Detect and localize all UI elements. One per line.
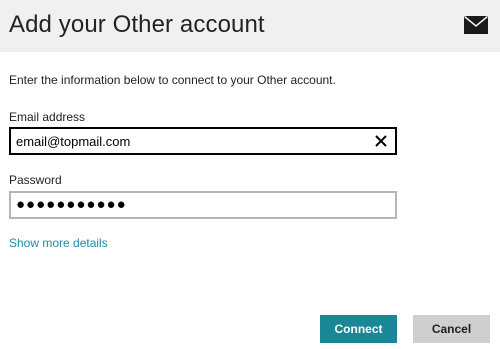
email-field[interactable]: email@topmail.com [9,127,397,155]
cancel-button[interactable]: Cancel [413,315,490,343]
dialog-header: Add your Other account [0,0,500,52]
email-label: Email address [9,110,86,124]
password-value: ●●●●●●●●●●● [16,196,127,213]
intro-text: Enter the information below to connect t… [9,73,336,87]
close-icon[interactable] [373,133,389,149]
page-title: Add your Other account [9,11,265,38]
email-value: email@topmail.com [16,134,131,149]
mail-icon [464,16,488,34]
show-more-details-link[interactable]: Show more details [9,236,108,250]
password-label: Password [9,173,62,187]
password-field[interactable]: ●●●●●●●●●●● [9,191,397,219]
connect-button[interactable]: Connect [320,315,397,343]
